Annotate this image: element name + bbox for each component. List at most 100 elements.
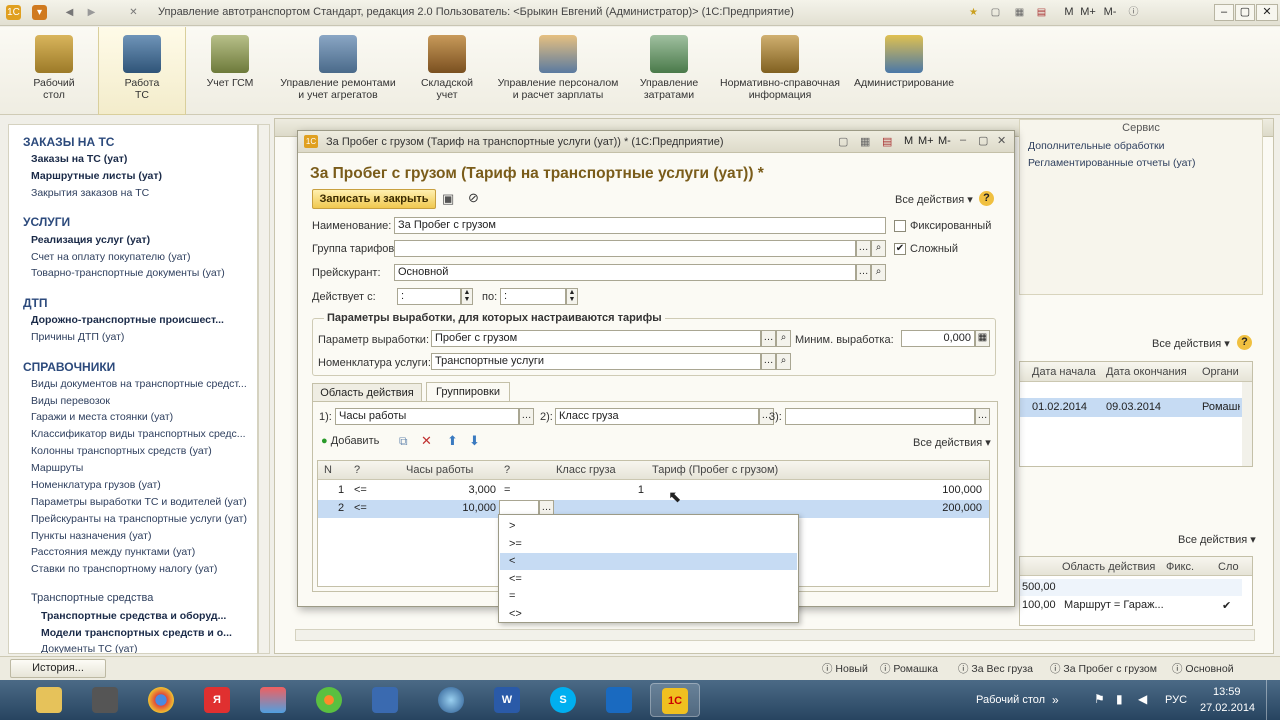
nav-item[interactable]: Гаражи и места стоянки (уат): [31, 411, 173, 423]
ribbon-fuel[interactable]: Учет ГСМ: [196, 27, 264, 115]
nav-item[interactable]: Классификатор виды транспортных средс...: [31, 428, 246, 440]
chrome-taskbar-button[interactable]: [136, 683, 186, 717]
close-button[interactable]: ✕: [1256, 4, 1278, 21]
dropdown-option[interactable]: =: [500, 588, 797, 605]
desktop-toolbar[interactable]: Рабочий стол: [976, 694, 1045, 706]
attach-icon[interactable]: ⊘: [468, 190, 479, 206]
table-row[interactable]: 100,00 Маршрут = Гараж... ✔: [1020, 597, 1242, 614]
ribbon-reference[interactable]: Нормативно-справочная информация: [718, 27, 842, 115]
service-link[interactable]: Регламентированные отчеты (уат): [1028, 157, 1196, 169]
star-icon[interactable]: ★: [966, 5, 981, 20]
nav-item[interactable]: Документы ТС (уат): [41, 643, 138, 653]
flag-icon[interactable]: ⚑: [1094, 692, 1105, 706]
paint-taskbar-button[interactable]: [248, 683, 298, 717]
add-button[interactable]: ● Добавить: [321, 435, 379, 447]
nav-item[interactable]: Номенклатура грузов (уат): [31, 479, 161, 491]
copy-icon[interactable]: ▢: [838, 135, 848, 148]
tab-groupings[interactable]: Группировки: [426, 382, 510, 402]
delete-icon[interactable]: ✕: [421, 433, 432, 449]
group-input[interactable]: [394, 240, 856, 257]
volume-icon[interactable]: ◀: [1138, 692, 1147, 706]
all-actions-button[interactable]: Все действия ▾: [913, 436, 991, 449]
nav-item[interactable]: Закрытия заказов на ТС: [31, 187, 149, 199]
nav-item[interactable]: Параметры выработки ТС и водителей (уат): [31, 496, 247, 508]
app-taskbar-button[interactable]: [594, 683, 644, 717]
calendar-icon[interactable]: ▤: [882, 135, 892, 148]
calendar-icon[interactable]: ▤: [1034, 5, 1049, 20]
nav-item[interactable]: Дорожно-транспортные происшест...: [31, 314, 224, 326]
ribbon-admin[interactable]: Администрирование: [852, 27, 956, 115]
calc-icon[interactable]: ▦: [1012, 5, 1027, 20]
skype-taskbar-button[interactable]: S: [538, 683, 588, 717]
explorer-taskbar-button[interactable]: [24, 683, 74, 717]
network-icon[interactable]: ▮: [1116, 692, 1123, 706]
computer-taskbar-button[interactable]: [80, 683, 130, 717]
nav-subsection[interactable]: Транспортные средства: [31, 592, 153, 604]
all-actions-button[interactable]: Все действия ▾: [1178, 533, 1256, 546]
dropdown-option[interactable]: <=: [500, 571, 797, 588]
save-close-button[interactable]: Записать и закрыть: [312, 189, 436, 209]
open-window-tab[interactable]: ⓘ Основной: [1172, 661, 1234, 676]
name-input[interactable]: За Пробег с грузом: [394, 217, 886, 234]
spin-icon[interactable]: ▲ ▼: [566, 288, 578, 305]
fixed-checkbox[interactable]: [894, 220, 906, 232]
nav-item[interactable]: Счет на оплату покупателю (уат): [31, 251, 191, 263]
grouping-3-input[interactable]: [785, 408, 975, 425]
1c-taskbar-button[interactable]: 1С: [650, 683, 700, 717]
min-input[interactable]: 0,000: [901, 330, 975, 347]
ribbon-warehouse[interactable]: Складской учет: [410, 27, 484, 115]
table-row[interactable]: 1 <= 3,000 = 1 100,000: [318, 482, 989, 499]
minimize-button[interactable]: –: [960, 134, 966, 146]
select-button[interactable]: …: [519, 408, 534, 425]
all-actions-button[interactable]: Все действия ▾: [895, 193, 973, 206]
ribbon-repairs[interactable]: Управление ремонтами и учет агрегатов: [278, 27, 398, 115]
nav-scrollbar[interactable]: [258, 124, 270, 654]
service-input[interactable]: Транспортные услуги: [431, 353, 761, 370]
open-window-tab[interactable]: ⓘ Новый: [822, 661, 868, 676]
app-taskbar-button[interactable]: [426, 683, 476, 717]
nav-item[interactable]: Товарно-транспортные документы (уат): [31, 267, 225, 279]
memory-button[interactable]: M: [904, 135, 913, 147]
memory-plus-button[interactable]: M+: [918, 135, 934, 147]
minimize-button[interactable]: –: [1214, 4, 1234, 21]
memory-plus-button[interactable]: M+: [1078, 4, 1098, 21]
param-input[interactable]: Пробег с грузом: [431, 330, 761, 347]
select-button[interactable]: …: [856, 240, 871, 257]
move-up-icon[interactable]: ⬆: [447, 433, 458, 449]
icq-taskbar-button[interactable]: [304, 683, 354, 717]
valid-from-input[interactable]: :: [397, 288, 461, 305]
bg-hscrollbar[interactable]: [295, 629, 1255, 641]
spin-icon[interactable]: ▲ ▼: [461, 288, 473, 305]
service-link[interactable]: Дополнительные обработки: [1028, 140, 1164, 152]
calc-icon[interactable]: ▦: [860, 135, 870, 148]
tab-scope[interactable]: Область действия: [312, 383, 422, 402]
open-window-tab[interactable]: ⓘ Ромашка: [880, 661, 938, 676]
forward-icon[interactable]: ▶: [84, 5, 99, 20]
ribbon-desktop[interactable]: Рабочий стол: [18, 27, 90, 115]
help-icon[interactable]: ?: [1237, 335, 1252, 350]
nav-item[interactable]: Модели транспортных средств и о...: [41, 627, 232, 639]
1c-logo-icon[interactable]: 1С: [6, 5, 21, 20]
grouping-2-input[interactable]: Класс груза: [555, 408, 759, 425]
ribbon-personnel[interactable]: Управление персоналом и расчет зарплаты: [496, 27, 620, 115]
history-button[interactable]: История...: [10, 659, 106, 678]
dropdown-option[interactable]: <>: [500, 606, 797, 623]
all-actions-button[interactable]: Все действия ▾: [1152, 337, 1230, 350]
move-down-icon[interactable]: ⬇: [469, 433, 480, 449]
nav-item[interactable]: Причины ДТП (уат): [31, 331, 124, 343]
copy-icon[interactable]: ▢: [988, 5, 1003, 20]
back-icon[interactable]: ◀: [62, 5, 77, 20]
maximize-button[interactable]: ▢: [978, 134, 988, 147]
nav-item[interactable]: Маршрутные листы (уат): [31, 170, 162, 182]
grid-scrollbar[interactable]: [1242, 382, 1252, 466]
grouping-1-input[interactable]: Часы работы: [335, 408, 519, 425]
dropdown-option[interactable]: >: [500, 518, 797, 535]
select-button[interactable]: …: [975, 408, 990, 425]
table-row[interactable]: 01.02.2014 09.03.2014 Ромашк: [1020, 398, 1242, 417]
nav-item[interactable]: Расстояния между пунктами (уат): [31, 546, 195, 558]
language-indicator[interactable]: РУС: [1165, 694, 1187, 706]
open-window-tab[interactable]: ⓘ За Пробег с грузом: [1050, 661, 1157, 676]
nav-item[interactable]: Колонны транспортных средств (уат): [31, 445, 212, 457]
nav-item[interactable]: Маршруты: [31, 462, 83, 474]
nav-item[interactable]: Ставки по транспортному налогу (уат): [31, 563, 217, 575]
